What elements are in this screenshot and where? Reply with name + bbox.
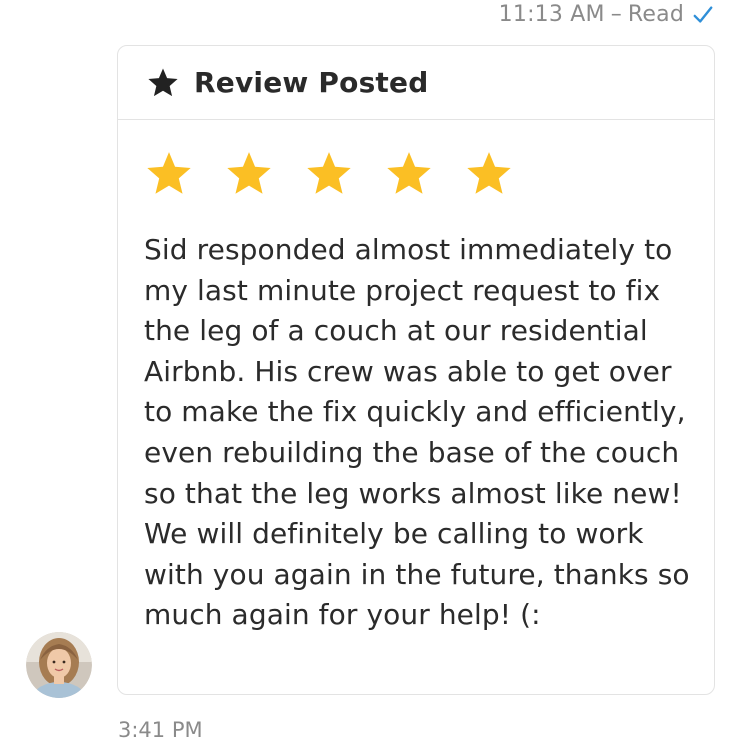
check-icon <box>693 5 713 23</box>
next-message-time: 3:41 PM <box>118 718 203 738</box>
review-card-header: Review Posted <box>118 46 714 120</box>
rating-star-icon <box>387 152 431 194</box>
avatar[interactable] <box>26 632 92 698</box>
avatar-photo <box>26 632 92 698</box>
read-label: Read <box>627 2 684 27</box>
message-status: 11:13 AM – Read <box>499 2 714 27</box>
star-icon <box>148 68 178 96</box>
rating-star-icon <box>227 152 271 194</box>
review-card: Review Posted Sid responded almost immed… <box>117 45 715 695</box>
rating-star-icon <box>147 152 191 194</box>
message-time: 11:13 AM <box>498 2 605 27</box>
star-rating <box>118 149 714 199</box>
review-text: Sid responded almost immediately to my l… <box>144 233 690 632</box>
rating-star-icon <box>467 152 511 194</box>
rating-star-icon <box>307 152 351 194</box>
status-separator: – <box>610 2 622 27</box>
chat-screen: 11:13 AM – Read Review Posted Sid respon… <box>0 0 750 738</box>
review-title: Review Posted <box>194 66 429 99</box>
